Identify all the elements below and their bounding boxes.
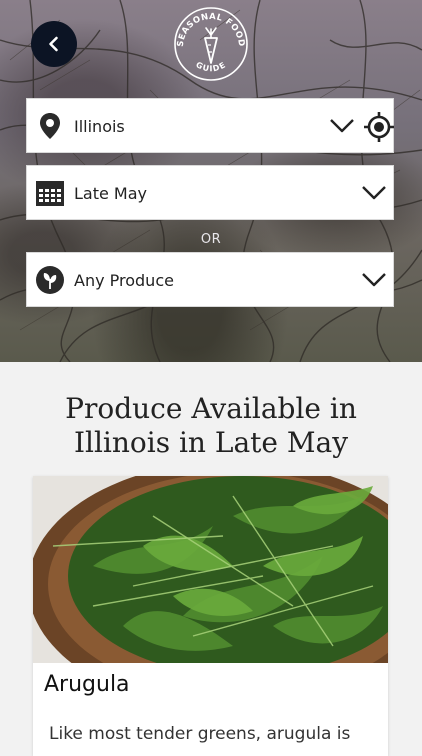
produce-select[interactable]: Any Produce bbox=[26, 252, 394, 307]
map-pin-icon bbox=[40, 113, 60, 139]
hero-background: SEASONAL FOOD GUIDE Illinois Late May OR… bbox=[0, 0, 422, 362]
arugula-photo bbox=[33, 476, 388, 663]
location-value: Illinois bbox=[74, 117, 125, 136]
page-title-line2: Illinois in Late May bbox=[73, 426, 349, 459]
location-select[interactable]: Illinois bbox=[26, 98, 394, 153]
or-separator: OR bbox=[200, 232, 222, 247]
produce-value: Any Produce bbox=[74, 271, 174, 290]
calendar-icon bbox=[36, 181, 64, 206]
chevron-down-icon[interactable] bbox=[361, 184, 387, 202]
time-value: Late May bbox=[74, 184, 147, 203]
time-select[interactable]: Late May bbox=[26, 165, 394, 220]
page-title: Produce Available in Illinois in Late Ma… bbox=[20, 392, 402, 460]
chevron-left-icon bbox=[49, 36, 58, 52]
produce-icon bbox=[36, 266, 64, 294]
chevron-down-icon[interactable] bbox=[329, 117, 355, 135]
page-title-line1: Produce Available in bbox=[65, 392, 357, 425]
produce-card[interactable]: Arugula Like most tender greens, arugula… bbox=[33, 476, 388, 756]
crosshair-icon[interactable] bbox=[363, 111, 395, 143]
back-button[interactable] bbox=[31, 21, 77, 67]
card-description: Like most tender greens, arugula is bbox=[49, 724, 351, 744]
card-title: Arugula bbox=[44, 672, 130, 697]
seasonal-food-guide-logo: SEASONAL FOOD GUIDE bbox=[172, 5, 250, 83]
chevron-down-icon[interactable] bbox=[361, 271, 387, 289]
